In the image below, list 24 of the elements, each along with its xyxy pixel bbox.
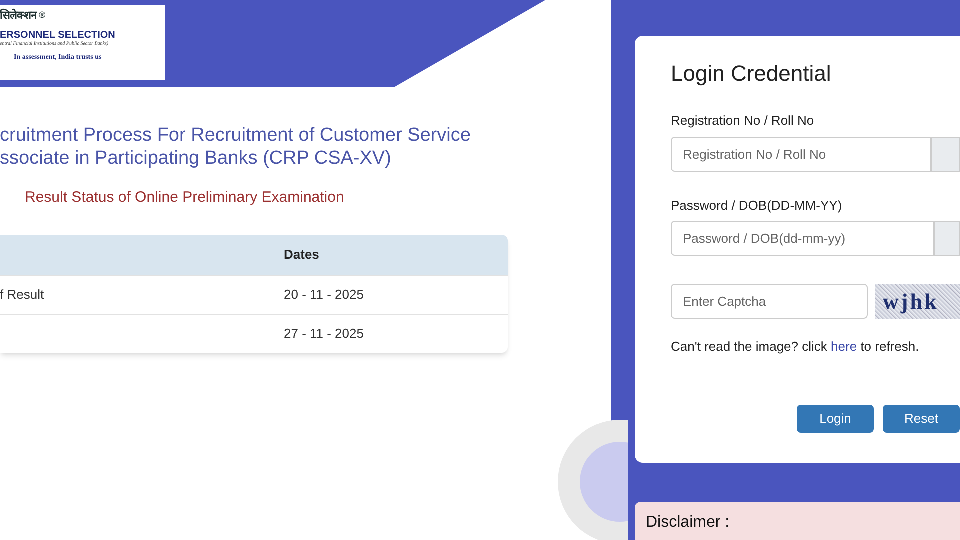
logo-name: ERSONNEL SELECTION	[0, 31, 116, 41]
refresh-hint: Can't read the image? click here to refresh.	[671, 338, 920, 356]
registered-mark: ®	[39, 11, 46, 20]
field-addon	[931, 136, 960, 172]
page-title-line: ssociate in Participating Banks (CRP CSA-XV)	[0, 147, 392, 170]
input-field[interactable]: Registration No / Roll No	[671, 136, 931, 172]
card-title: Login Credential	[671, 60, 832, 88]
field-label: Registration No / Roll No	[671, 112, 816, 130]
refresh-link[interactable]: here	[831, 339, 858, 354]
captcha-field[interactable]: Enter Captcha	[671, 284, 868, 319]
disclaimer-title: Disclaimer :	[646, 514, 730, 531]
column-header: Dates	[284, 246, 320, 264]
table-cell-text: f Result	[0, 286, 46, 304]
input-field[interactable]: Password / DOB(dd-mm-yy)	[671, 221, 934, 256]
result-subtitle: Result Status of Online Preliminary Examination	[25, 188, 346, 208]
table-cell-text: 27 - 11 - 2025	[284, 324, 365, 343]
reset-button[interactable]: Reset	[883, 404, 960, 432]
page-title-line: cruitment Process For Recruitment of Customer Service	[0, 124, 472, 147]
table-cell-text: 20 - 11 - 2025	[284, 286, 365, 304]
field-addon	[934, 221, 960, 256]
captcha-code: wjhk	[883, 288, 939, 316]
login-button[interactable]: Login	[797, 404, 874, 432]
logo-hindi: सिलेक्शन	[0, 11, 37, 22]
field-label: Password / DOB(DD-MM-YY)	[671, 196, 844, 215]
